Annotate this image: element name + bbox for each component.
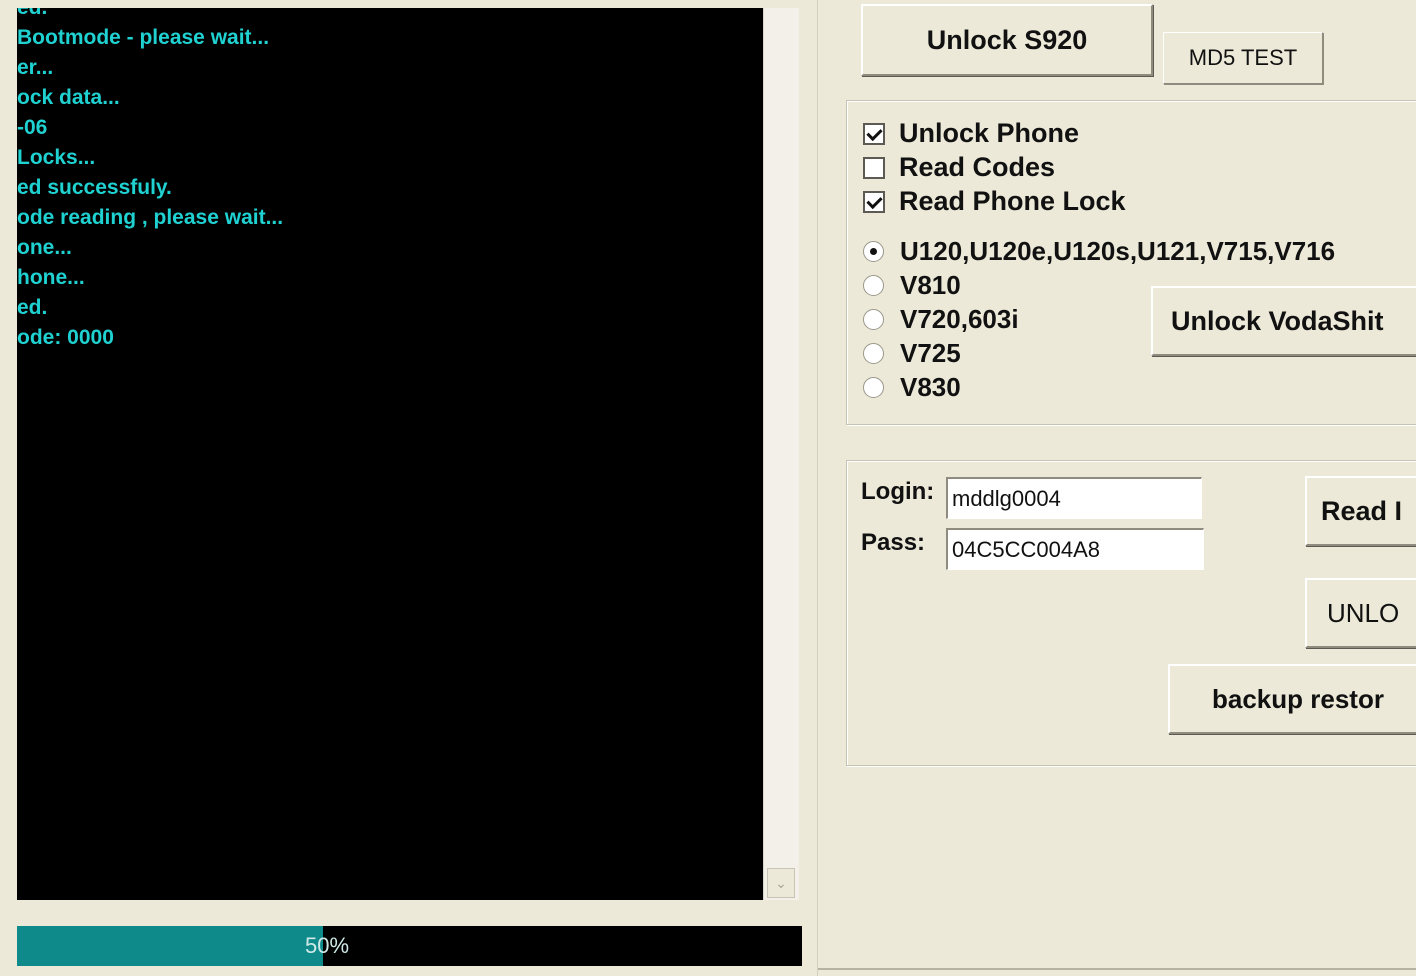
log-lines: ed. Bootmode - please wait... er... ock … — [17, 8, 283, 353]
login-label: Login: — [861, 478, 935, 505]
md5-test-button[interactable]: MD5 TEST — [1163, 32, 1323, 84]
checkbox-label: Read Codes — [899, 152, 1056, 182]
radio-button[interactable] — [863, 241, 884, 262]
radio-model-v725[interactable]: V725 — [863, 338, 961, 369]
radio-model-v720[interactable]: V720,603i — [863, 304, 1019, 335]
log-scrollbar[interactable]: ⌄ — [763, 8, 799, 900]
log-line: Locks... — [17, 146, 96, 169]
read-button[interactable]: Read I — [1305, 476, 1416, 546]
progress-bar: 50% — [17, 926, 802, 966]
pass-label: Pass: — [861, 529, 926, 556]
log-line: er... — [17, 56, 54, 79]
checkbox-box[interactable] — [863, 122, 885, 145]
checkbox-read-codes[interactable]: Read Codes — [863, 152, 1055, 183]
radio-model-u120[interactable]: U120,U120e,U120s,U121,V715,V716 — [863, 236, 1335, 267]
checkbox-label: Unlock Phone — [899, 118, 1080, 148]
log-line: ed. — [17, 8, 283, 23]
radio-model-v830[interactable]: V830 — [863, 372, 961, 403]
checkbox-unlock-phone[interactable]: Unlock Phone — [863, 118, 1079, 149]
bottom-divider — [818, 968, 1416, 970]
pass-field[interactable] — [946, 528, 1204, 570]
login-field[interactable] — [946, 477, 1202, 519]
scroll-down-button[interactable]: ⌄ — [767, 868, 795, 898]
checkbox-label: Read Phone Lock — [899, 186, 1126, 216]
radio-label: V830 — [900, 372, 961, 402]
radio-label: V725 — [900, 338, 961, 368]
log-line: Bootmode - please wait... — [17, 26, 270, 49]
log-line: ode reading , please wait... — [17, 206, 284, 229]
radio-label: U120,U120e,U120s,U121,V715,V716 — [900, 236, 1336, 266]
radio-button[interactable] — [863, 309, 884, 330]
radio-model-v810[interactable]: V810 — [863, 270, 961, 301]
log-line: ock data... — [17, 86, 120, 109]
log-line: ode: 0000 — [17, 326, 114, 349]
unlock-button[interactable]: UNLO — [1305, 578, 1416, 648]
panel-divider — [803, 0, 818, 976]
chevron-down-icon: ⌄ — [775, 874, 787, 891]
log-line: hone... — [17, 266, 85, 289]
unlock-s920-button[interactable]: Unlock S920 — [861, 4, 1153, 76]
checkbox-read-phone-lock[interactable]: Read Phone Lock — [863, 186, 1126, 217]
unlock-vodashit-button[interactable]: Unlock VodaShit — [1151, 286, 1416, 356]
backup-restore-button[interactable]: backup restor — [1168, 664, 1416, 734]
radio-button[interactable] — [863, 377, 884, 398]
log-line: -06 — [17, 116, 48, 139]
checkbox-box[interactable] — [863, 190, 885, 213]
radio-button[interactable] — [863, 343, 884, 364]
log-line: one... — [17, 236, 72, 259]
radio-label: V810 — [900, 270, 961, 300]
progress-text: 50% — [304, 933, 350, 958]
checkbox-box[interactable] — [863, 156, 885, 179]
log-console[interactable]: ed. Bootmode - please wait... er... ock … — [17, 8, 763, 900]
log-line: ed successfuly. — [17, 176, 172, 199]
radio-button[interactable] — [863, 275, 884, 296]
log-line: ed. — [17, 296, 48, 319]
radio-label: V720,603i — [900, 304, 1019, 334]
